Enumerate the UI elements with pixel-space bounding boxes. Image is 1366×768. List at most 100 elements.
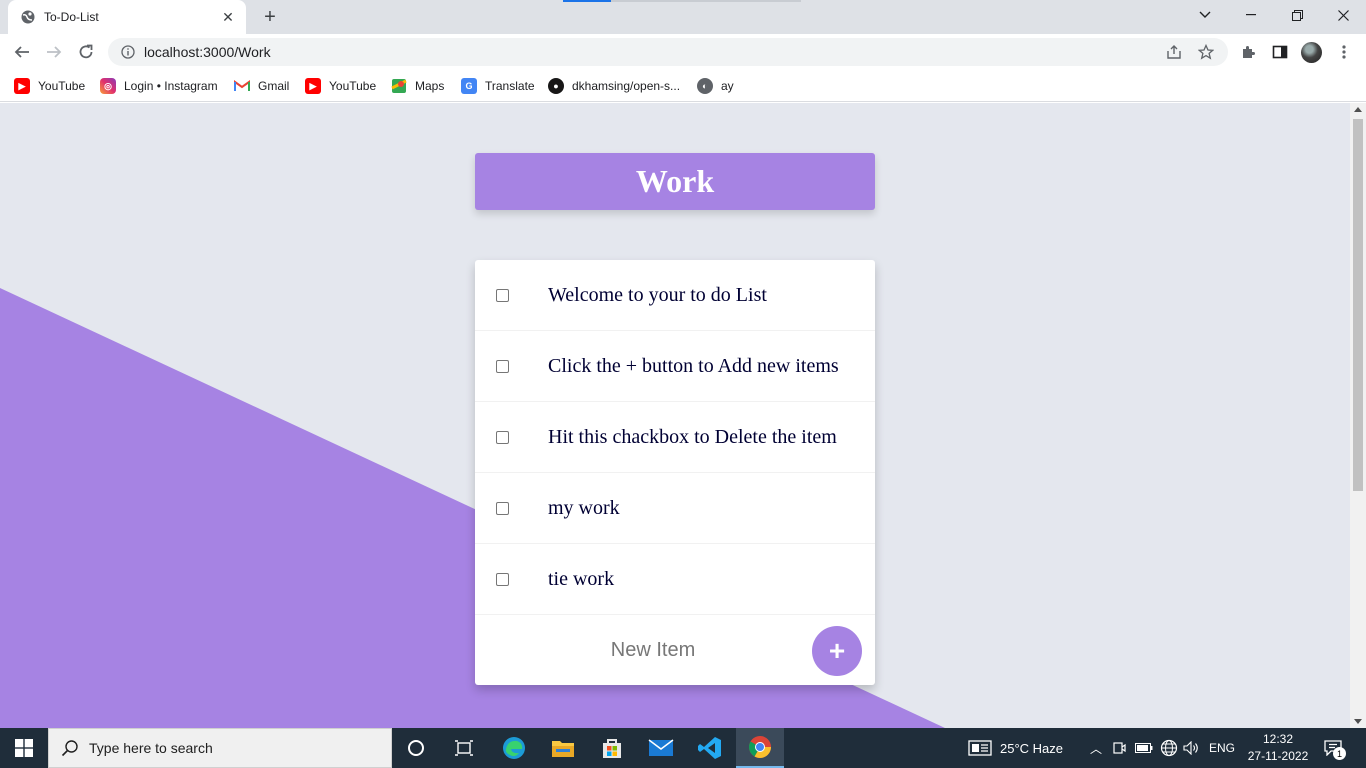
reload-button[interactable] xyxy=(72,38,100,66)
news-icon xyxy=(968,740,992,756)
bookmark-label: Maps xyxy=(415,79,445,93)
browser-tab[interactable]: To-Do-List ✕ xyxy=(8,0,246,34)
instagram-icon: ◎ xyxy=(100,78,116,94)
bookmark-instagram[interactable]: ◎ Login • Instagram xyxy=(100,76,218,96)
address-bar[interactable]: localhost:3000/Work xyxy=(108,38,1228,66)
scrollbar-thumb[interactable] xyxy=(1353,119,1363,491)
edge-taskbar-button[interactable] xyxy=(490,728,538,768)
add-item-button[interactable]: + xyxy=(812,626,862,676)
bookmark-label: Login • Instagram xyxy=(124,79,218,93)
weather-text: 25°C Haze xyxy=(1000,740,1064,756)
item-text: tie work xyxy=(548,568,615,590)
youtube-icon: ▶ xyxy=(305,78,321,94)
chrome-taskbar-button[interactable] xyxy=(736,728,784,768)
folder-icon xyxy=(552,741,574,757)
edge-icon xyxy=(503,737,525,759)
close-window-button[interactable] xyxy=(1320,0,1366,30)
close-tab-icon[interactable]: ✕ xyxy=(220,9,236,25)
search-icon xyxy=(61,739,79,757)
new-item-form: New Item + xyxy=(475,615,875,685)
url-text[interactable]: localhost:3000/Work xyxy=(144,44,271,60)
tab-strip: To-Do-List ✕ + xyxy=(0,0,1366,34)
clock-date: 27-11-2022 xyxy=(1247,749,1309,763)
vscode-taskbar-button[interactable] xyxy=(686,728,734,768)
delete-checkbox[interactable] xyxy=(496,289,509,302)
bookmark-label: ay xyxy=(721,79,734,93)
side-panel-icon[interactable] xyxy=(1270,42,1290,62)
new-tab-button[interactable]: + xyxy=(258,6,282,28)
delete-checkbox[interactable] xyxy=(496,573,509,586)
bookmark-label: dkhamsing/open-s... xyxy=(572,79,681,93)
new-item-input[interactable]: New Item xyxy=(505,635,801,665)
extensions-icon[interactable] xyxy=(1238,42,1258,62)
delete-checkbox[interactable] xyxy=(496,431,509,444)
restore-button[interactable] xyxy=(1274,0,1320,30)
file-explorer-taskbar-button[interactable] xyxy=(539,728,587,768)
action-center-button[interactable]: 1 xyxy=(1322,738,1346,760)
todo-list-card: Welcome to your to do List Click the + b… xyxy=(475,260,875,685)
task-view-button[interactable] xyxy=(440,728,488,768)
microsoft-store-taskbar-button[interactable] xyxy=(588,728,636,768)
page-scrollbar[interactable] xyxy=(1350,103,1366,728)
tab-search-indicator xyxy=(563,0,611,2)
bookmark-youtube-2[interactable]: ▶ YouTube xyxy=(305,76,376,96)
menu-kebab-icon[interactable] xyxy=(1334,42,1354,62)
item-text: Welcome to your to do List xyxy=(548,284,767,306)
forward-arrow-icon xyxy=(47,46,62,58)
delete-checkbox[interactable] xyxy=(496,360,509,373)
system-tray-icons: ︿ ENG xyxy=(1090,728,1235,768)
mail-icon xyxy=(648,739,674,756)
system-clock[interactable]: 12:32 27-11-2022 xyxy=(1244,731,1312,765)
mail-taskbar-button[interactable] xyxy=(637,728,685,768)
item-text: Hit this chackbox to Delete the item xyxy=(548,426,837,448)
share-icon[interactable] xyxy=(1166,44,1182,60)
tab-strip-indicator xyxy=(611,0,801,2)
bookmarks-bar: ▶ YouTube ◎ Login • Instagram Gmail ▶ Yo… xyxy=(0,70,1366,102)
github-icon: ● xyxy=(548,78,564,94)
profile-avatar[interactable] xyxy=(1301,42,1322,63)
site-info-icon[interactable] xyxy=(120,44,136,60)
start-button[interactable] xyxy=(0,728,48,768)
list-item: my work xyxy=(475,473,875,544)
search-placeholder: Type here to search xyxy=(89,740,213,756)
cortana-button[interactable] xyxy=(392,728,440,768)
volume-icon xyxy=(1183,741,1198,755)
list-heading-box: Work xyxy=(475,153,875,210)
bookmark-star-icon[interactable] xyxy=(1198,44,1214,60)
bookmark-ay[interactable]: ◐ ay xyxy=(697,76,734,96)
chevron-up-icon[interactable]: ︿ xyxy=(1090,740,1102,757)
globe-icon xyxy=(20,9,36,25)
bookmark-label: Translate xyxy=(485,79,535,93)
minimize-button[interactable] xyxy=(1228,0,1274,30)
bookmark-maps[interactable]: Maps xyxy=(391,76,444,96)
bookmark-youtube[interactable]: ▶ YouTube xyxy=(14,76,85,96)
gmail-icon xyxy=(234,78,250,94)
weather-widget[interactable]: 25°C Haze xyxy=(968,728,1063,768)
scroll-up-icon[interactable] xyxy=(1354,107,1362,112)
bookmark-github[interactable]: ● dkhamsing/open-s... xyxy=(548,76,680,96)
task-view-icon xyxy=(455,740,473,756)
delete-checkbox[interactable] xyxy=(496,502,509,515)
translate-icon: G xyxy=(461,78,477,94)
notification-badge: 1 xyxy=(1333,747,1346,760)
bookmark-gmail[interactable]: Gmail xyxy=(234,76,289,96)
scroll-down-icon[interactable] xyxy=(1354,719,1362,724)
item-text: my work xyxy=(548,497,620,519)
bookmark-label: YouTube xyxy=(38,79,86,93)
tab-search-chevron-icon[interactable] xyxy=(1182,0,1228,30)
language-indicator[interactable]: ENG xyxy=(1209,741,1235,755)
globe-icon: ◐ xyxy=(697,78,713,94)
cortana-icon xyxy=(408,740,424,756)
clock-time: 12:32 xyxy=(1262,732,1294,746)
back-button[interactable] xyxy=(8,38,36,66)
forward-button[interactable] xyxy=(40,38,68,66)
youtube-icon: ▶ xyxy=(14,78,30,94)
bookmark-translate[interactable]: G Translate xyxy=(461,76,535,96)
taskbar-search-box[interactable]: Type here to search xyxy=(48,728,392,768)
vscode-icon xyxy=(698,737,721,759)
browser-toolbar: localhost:3000/Work xyxy=(0,34,1366,70)
page-title: Work xyxy=(635,163,715,199)
network-globe-icon xyxy=(1160,739,1178,757)
windows-logo-icon xyxy=(15,739,33,757)
list-item: Welcome to your to do List xyxy=(475,260,875,331)
